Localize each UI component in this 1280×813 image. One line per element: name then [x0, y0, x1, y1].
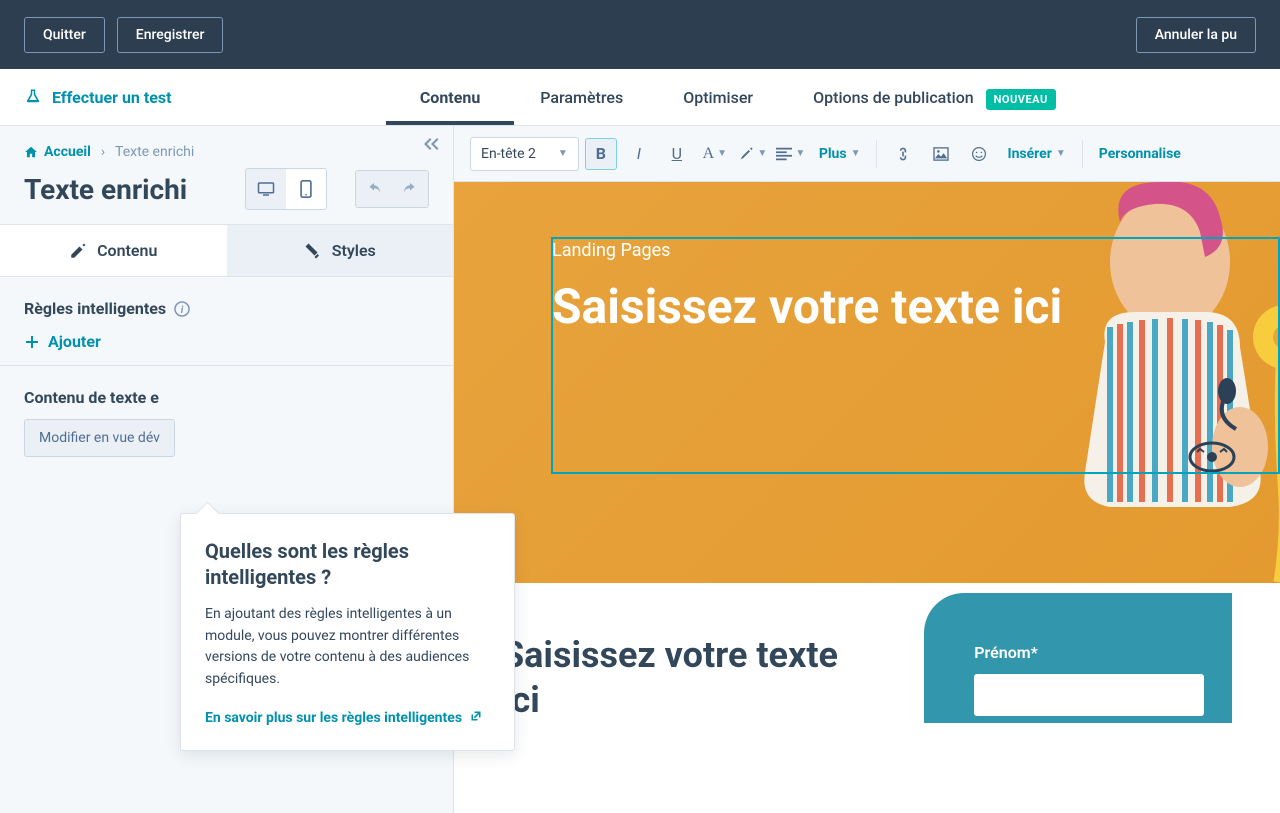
insert-dropdown[interactable]: Insérer▼: [1001, 146, 1071, 162]
content-section: Saisissez votre texte ici Prénom*: [454, 583, 1280, 773]
pencil-icon: [69, 242, 87, 260]
subtab-styles[interactable]: Styles: [227, 225, 454, 276]
image-icon: [933, 147, 949, 161]
svg-text:i: i: [181, 305, 184, 316]
add-smart-rule-label: Ajouter: [48, 332, 101, 351]
text-color-button[interactable]: A▼: [699, 138, 731, 170]
save-button[interactable]: Enregistrer: [117, 17, 224, 53]
plus-icon: [24, 334, 40, 350]
device-toggle: [245, 168, 327, 210]
form-field-label: Prénom*: [974, 643, 1192, 662]
undo-redo-group: [355, 170, 429, 208]
quit-button[interactable]: Quitter: [24, 17, 105, 53]
breadcrumb-home[interactable]: Accueil: [24, 144, 91, 160]
heading-dropdown-label: En-tête 2: [481, 146, 536, 162]
marker-icon: [738, 146, 754, 162]
mobile-view-button[interactable]: [286, 169, 326, 209]
home-icon: [24, 145, 38, 159]
chevron-down-icon: ▼: [558, 148, 568, 159]
breadcrumb: Accueil › Texte enrichi: [0, 126, 453, 160]
tab-settings[interactable]: Paramètres: [540, 71, 623, 124]
italic-button[interactable]: I: [623, 138, 655, 170]
underline-button[interactable]: U: [661, 138, 693, 170]
popover-title: Quelles sont les règles intelligentes ?: [205, 538, 490, 590]
toolbar-separator: [876, 140, 877, 168]
align-left-icon: [776, 147, 792, 161]
canvas: En-tête 2 ▼ B I U A▼ ▼ ▼ Plus▼: [454, 126, 1280, 813]
run-test-label: Effectuer un test: [52, 88, 172, 107]
tab-optimize[interactable]: Optimiser: [683, 71, 753, 124]
more-label: Plus: [819, 146, 847, 162]
tabs-bar: Effectuer un test Contenu Paramètres Opt…: [0, 69, 1280, 126]
tab-publish-options[interactable]: Options de publication NOUVEAU: [813, 71, 1056, 124]
undo-button[interactable]: [356, 171, 392, 207]
popover-link-label: En savoir plus sur les règles intelligen…: [205, 710, 462, 726]
main-tabs: Contenu Paramètres Optimiser Options de …: [420, 71, 1056, 124]
chevron-double-left-icon: [421, 136, 441, 152]
insert-label: Insérer: [1007, 146, 1051, 162]
rich-text-toolbar: En-tête 2 ▼ B I U A▼ ▼ ▼ Plus▼: [454, 126, 1280, 182]
image-button[interactable]: [925, 138, 957, 170]
subtab-styles-label: Styles: [332, 241, 376, 260]
sidebar-subtabs: Contenu Styles: [0, 224, 453, 277]
desktop-view-button[interactable]: [246, 169, 286, 209]
more-dropdown[interactable]: Plus▼: [813, 146, 867, 162]
subtab-content-label: Contenu: [97, 241, 157, 260]
emoji-button[interactable]: [963, 138, 995, 170]
top-bar: Quitter Enregistrer Annuler la pu: [0, 0, 1280, 69]
toolbar-separator: [1082, 140, 1083, 168]
smart-rules-section: Règles intelligentes i Ajouter: [0, 277, 453, 366]
info-icon[interactable]: i: [174, 301, 190, 317]
breadcrumb-separator: ›: [101, 144, 105, 160]
panel-title: Texte enrichi: [24, 173, 187, 206]
breadcrumb-home-label: Accueil: [44, 144, 91, 160]
popover-learn-more-link[interactable]: En savoir plus sur les règles intelligen…: [205, 710, 482, 726]
desktop-icon: [256, 180, 276, 198]
collapse-sidebar-button[interactable]: [421, 136, 441, 157]
popover-body: En ajoutant des règles intelligentes à u…: [205, 604, 490, 691]
sidebar: Accueil › Texte enrichi Texte enrichi: [0, 126, 454, 813]
mobile-icon: [300, 180, 312, 198]
smart-rules-label: Règles intelligentes: [24, 299, 166, 318]
breadcrumb-current: Texte enrichi: [115, 144, 194, 160]
personalize-dropdown[interactable]: Personnalise: [1093, 146, 1187, 162]
form-card: Prénom*: [924, 593, 1232, 723]
hero-section[interactable]: Landing Pages Saisissez votre texte ici: [454, 182, 1280, 583]
tab-publish-label: Options de publication: [813, 88, 974, 107]
cancel-publish-button[interactable]: Annuler la pu: [1136, 17, 1256, 53]
selection-outline: [551, 237, 1280, 474]
undo-icon: [365, 182, 383, 196]
redo-button[interactable]: [392, 171, 428, 207]
tools-icon: [304, 242, 322, 260]
rich-text-title: Contenu de texte e: [24, 388, 429, 407]
first-name-input[interactable]: [974, 674, 1204, 716]
edit-expanded-button[interactable]: Modifier en vue dév: [24, 419, 175, 457]
smart-rules-popover: Quelles sont les règles intelligentes ? …: [180, 513, 515, 751]
heading-dropdown[interactable]: En-tête 2 ▼: [470, 137, 579, 171]
add-smart-rule-button[interactable]: Ajouter: [24, 332, 429, 351]
subtab-content[interactable]: Contenu: [0, 225, 227, 276]
link-icon: [896, 146, 910, 162]
main-area: Accueil › Texte enrichi Texte enrichi: [0, 126, 1280, 813]
align-button[interactable]: ▼: [775, 138, 807, 170]
smart-rules-title: Règles intelligentes i: [24, 299, 429, 318]
section-heading[interactable]: Saisissez votre texte ici: [502, 633, 864, 723]
external-link-icon: [470, 710, 482, 726]
emoji-icon: [971, 146, 987, 162]
link-button[interactable]: [887, 138, 919, 170]
panel-title-row: Texte enrichi: [0, 160, 453, 224]
redo-icon: [401, 182, 419, 196]
new-badge: NOUVEAU: [986, 89, 1056, 110]
highlight-button[interactable]: ▼: [737, 138, 769, 170]
rich-text-section: Contenu de texte e Modifier en vue dév: [0, 366, 453, 471]
tab-content[interactable]: Contenu: [420, 71, 480, 124]
personalize-label: Personnalise: [1099, 146, 1181, 162]
bold-button[interactable]: B: [585, 138, 617, 170]
run-test-link[interactable]: Effectuer un test: [0, 88, 196, 107]
flask-icon: [24, 88, 42, 106]
